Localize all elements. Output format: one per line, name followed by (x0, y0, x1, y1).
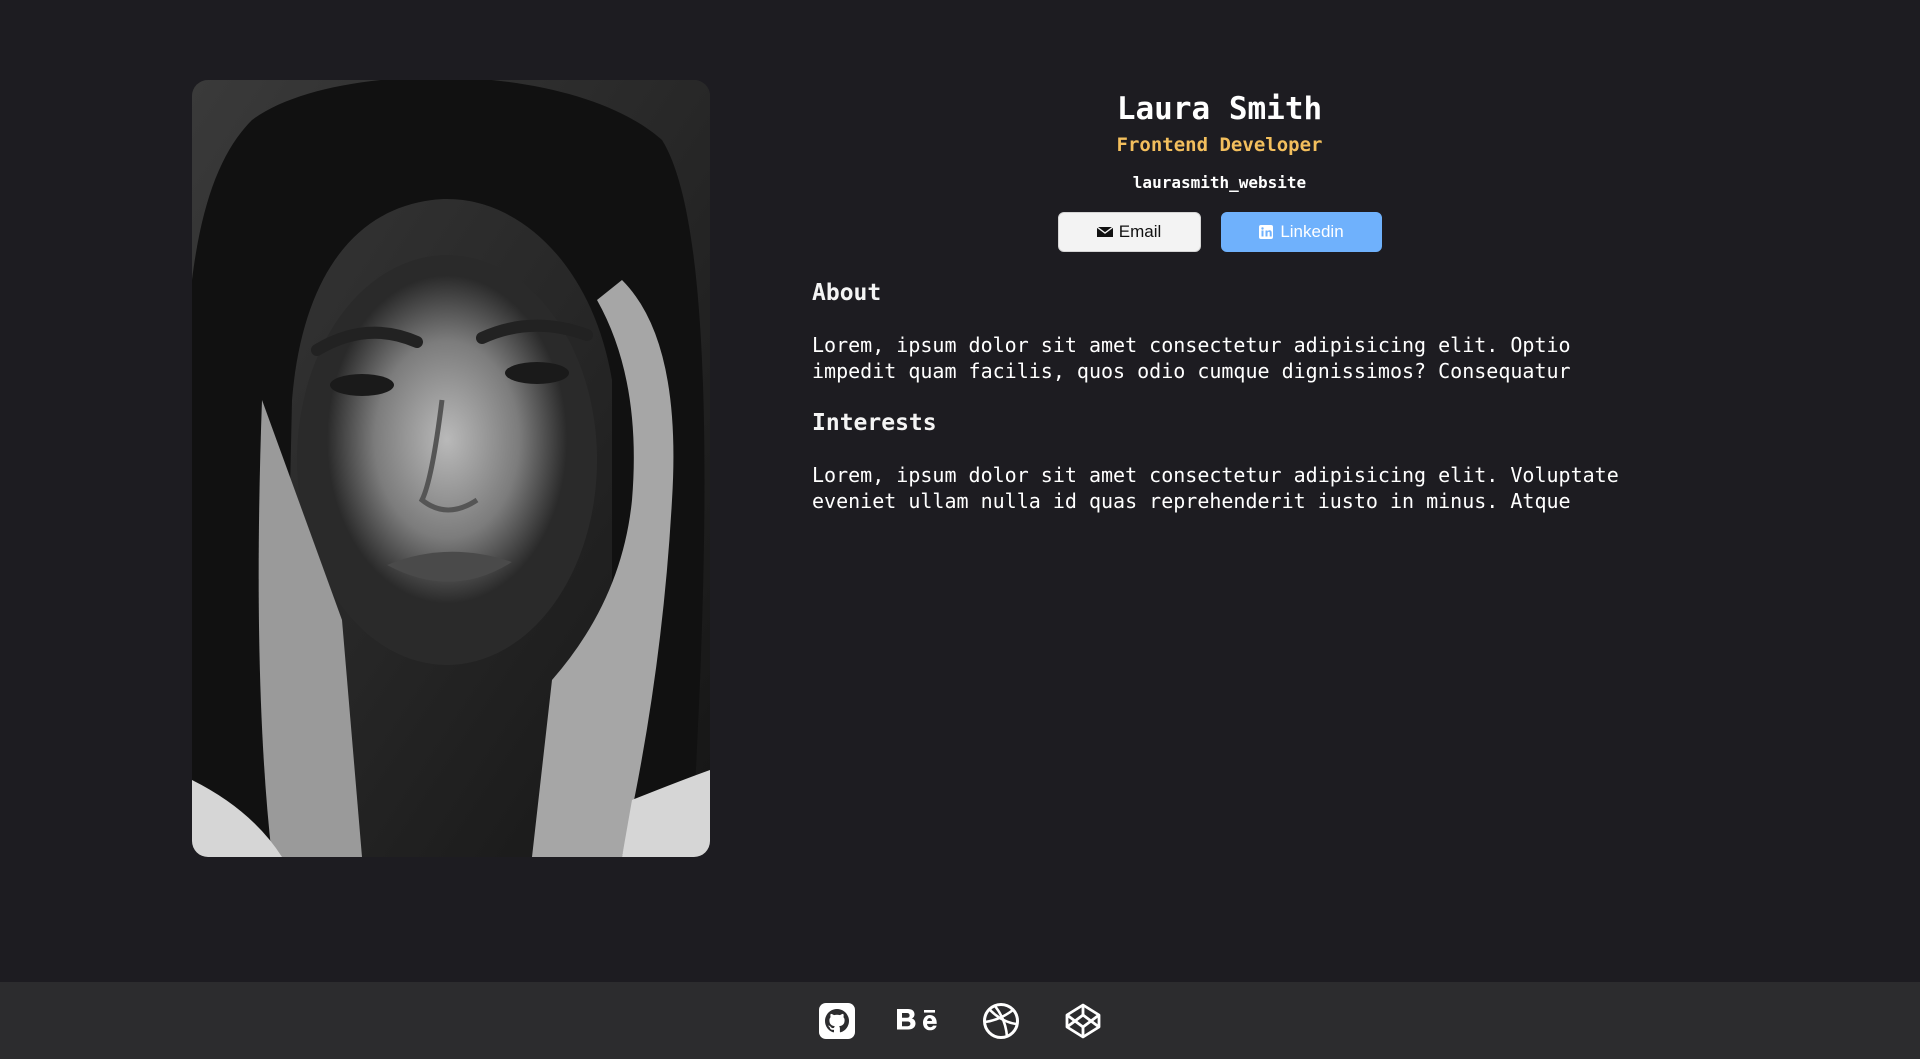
contact-buttons: Email Linkedin (812, 211, 1627, 252)
email-button-label: Email (1118, 221, 1162, 241)
envelope-icon (1096, 224, 1113, 240)
dribbble-link[interactable] (982, 1002, 1020, 1040)
about-section: About Lorem, ipsum dolor sit amet consec… (812, 280, 1627, 384)
linkedin-button[interactable]: Linkedin (1220, 211, 1382, 252)
interests-section: Interests Lorem, ipsum dolor sit amet co… (812, 410, 1627, 514)
profile-card-page: Laura Smith Frontend Developer laurasmit… (0, 0, 1920, 1059)
profile-role: Frontend Developer (1116, 133, 1323, 156)
portrait-photo-image (192, 80, 710, 857)
about-heading: About (812, 279, 882, 306)
profile-photo (192, 80, 710, 857)
codepen-link[interactable] (1064, 1002, 1102, 1040)
profile-info: Laura Smith Frontend Developer laurasmit… (812, 80, 1627, 514)
social-footer (0, 982, 1920, 1059)
github-link[interactable] (818, 1002, 856, 1040)
behance-icon (895, 1002, 943, 1040)
profile-header: Laura Smith Frontend Developer laurasmit… (812, 91, 1627, 252)
about-text: Lorem, ipsum dolor sit amet consectetur … (812, 332, 1571, 383)
dribbble-icon (982, 1002, 1020, 1040)
email-button[interactable]: Email (1057, 211, 1201, 252)
github-icon (818, 1002, 856, 1040)
codepen-icon (1064, 1002, 1102, 1040)
linkedin-button-label: Linkedin (1280, 221, 1344, 241)
profile-name: Laura Smith (1116, 91, 1323, 127)
behance-link[interactable] (897, 1002, 938, 1040)
interests-heading: Interests (812, 409, 937, 436)
profile-website: laurasmith_website (1132, 172, 1307, 192)
interests-text: Lorem, ipsum dolor sit amet consectetur … (812, 462, 1619, 513)
linkedin-icon (1258, 224, 1274, 240)
